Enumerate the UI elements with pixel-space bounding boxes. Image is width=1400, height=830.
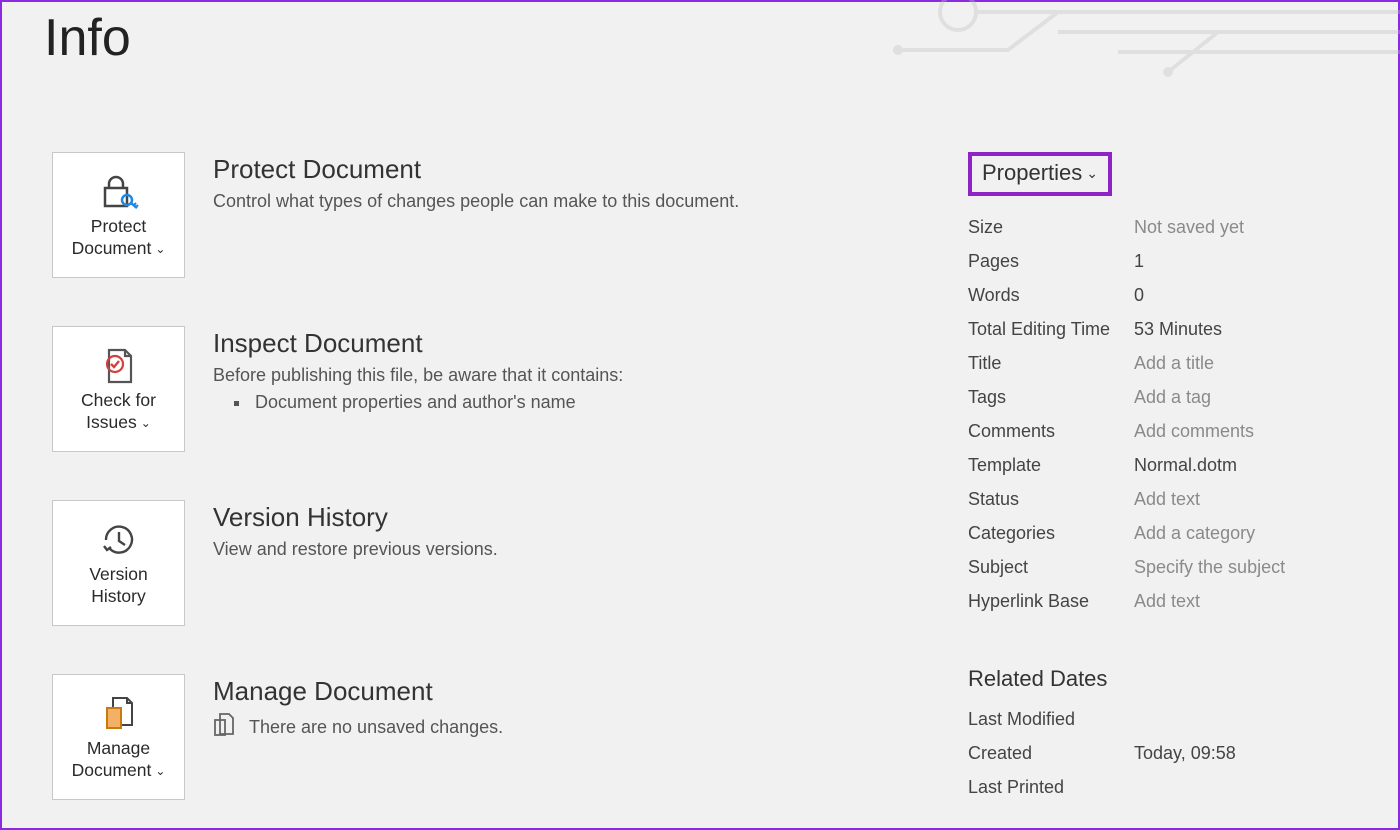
property-row: TemplateNormal.dotm (968, 448, 1378, 482)
property-row: Pages1 (968, 244, 1378, 278)
property-value[interactable]: Add text (1134, 591, 1200, 612)
manage-document-button[interactable]: Manage Document⌄ (52, 674, 185, 800)
property-row: TagsAdd a tag (968, 380, 1378, 414)
property-label: Status (968, 489, 1134, 510)
property-label: Total Editing Time (968, 319, 1134, 340)
chevron-down-icon: ⌄ (141, 416, 151, 431)
section-title: Protect Document (213, 154, 739, 185)
section-description: Before publishing this file, be aware th… (213, 365, 623, 386)
property-value[interactable]: Specify the subject (1134, 557, 1285, 578)
property-row: StatusAdd text (968, 482, 1378, 516)
property-value[interactable]: Add comments (1134, 421, 1254, 442)
property-value[interactable]: Add a category (1134, 523, 1255, 544)
document-check-icon (99, 346, 139, 386)
section-description: Control what types of changes people can… (213, 191, 739, 212)
property-label: Tags (968, 387, 1134, 408)
related-dates-header: Related Dates (968, 666, 1378, 692)
property-label: Template (968, 455, 1134, 476)
property-value: Normal.dotm (1134, 455, 1237, 476)
property-row: Last Modified (968, 702, 1378, 736)
property-value: 1 (1134, 251, 1144, 272)
property-label: Size (968, 217, 1134, 238)
chevron-down-icon: ⌄ (155, 764, 165, 779)
lock-key-icon (99, 172, 139, 212)
property-row: Total Editing Time53 Minutes (968, 312, 1378, 346)
documents-stack-icon (213, 713, 235, 742)
protect-document-button[interactable]: Protect Document⌄ (52, 152, 185, 278)
documents-stack-icon (99, 694, 139, 734)
history-clock-icon (98, 520, 140, 560)
property-value[interactable]: Not saved yet (1134, 217, 1244, 238)
chevron-down-icon: ⌄ (1086, 165, 1098, 182)
property-label: Categories (968, 523, 1134, 544)
section-description: View and restore previous versions. (213, 539, 498, 560)
property-label: Subject (968, 557, 1134, 578)
page-title: Info (44, 8, 131, 68)
property-label: Pages (968, 251, 1134, 272)
property-value: Today, 09:58 (1134, 743, 1236, 764)
chevron-down-icon: ⌄ (155, 242, 165, 257)
inspect-bullet: Document properties and author's name (251, 392, 623, 413)
section-manage-document: Manage Document⌄ Manage Document There a… (52, 674, 968, 800)
tile-label: Manage Document⌄ (72, 738, 166, 782)
property-value[interactable]: Add a tag (1134, 387, 1211, 408)
property-row: CommentsAdd comments (968, 414, 1378, 448)
property-row: CategoriesAdd a category (968, 516, 1378, 550)
property-value: 53 Minutes (1134, 319, 1222, 340)
property-row: SizeNot saved yet (968, 210, 1378, 244)
decorative-circuit (888, 0, 1400, 92)
property-value[interactable]: Add a title (1134, 353, 1214, 374)
section-version-history: Version History Version History View and… (52, 500, 968, 626)
property-row: CreatedToday, 09:58 (968, 736, 1378, 770)
manage-status-text: There are no unsaved changes. (249, 717, 503, 738)
check-for-issues-button[interactable]: Check for Issues⌄ (52, 326, 185, 452)
property-row: Words0 (968, 278, 1378, 312)
version-history-button[interactable]: Version History (52, 500, 185, 626)
property-row: Last Printed (968, 770, 1378, 804)
property-label: Last Printed (968, 777, 1134, 798)
property-label: Words (968, 285, 1134, 306)
property-row: TitleAdd a title (968, 346, 1378, 380)
property-label: Comments (968, 421, 1134, 442)
section-inspect: Check for Issues⌄ Inspect Document Befor… (52, 326, 968, 452)
property-label: Title (968, 353, 1134, 374)
property-label: Hyperlink Base (968, 591, 1134, 612)
section-title: Manage Document (213, 676, 503, 707)
section-protect: Protect Document⌄ Protect Document Contr… (52, 152, 968, 278)
property-row: SubjectSpecify the subject (968, 550, 1378, 584)
tile-label: Version History (89, 564, 147, 608)
tile-label: Check for Issues⌄ (81, 390, 156, 434)
property-value[interactable]: Add text (1134, 489, 1200, 510)
properties-dropdown[interactable]: Properties⌄ (968, 152, 1112, 196)
property-value: 0 (1134, 285, 1144, 306)
section-title: Version History (213, 502, 498, 533)
property-label: Created (968, 743, 1134, 764)
section-title: Inspect Document (213, 328, 623, 359)
property-row: Hyperlink BaseAdd text (968, 584, 1378, 618)
property-label: Last Modified (968, 709, 1134, 730)
tile-label: Protect Document⌄ (72, 216, 166, 260)
